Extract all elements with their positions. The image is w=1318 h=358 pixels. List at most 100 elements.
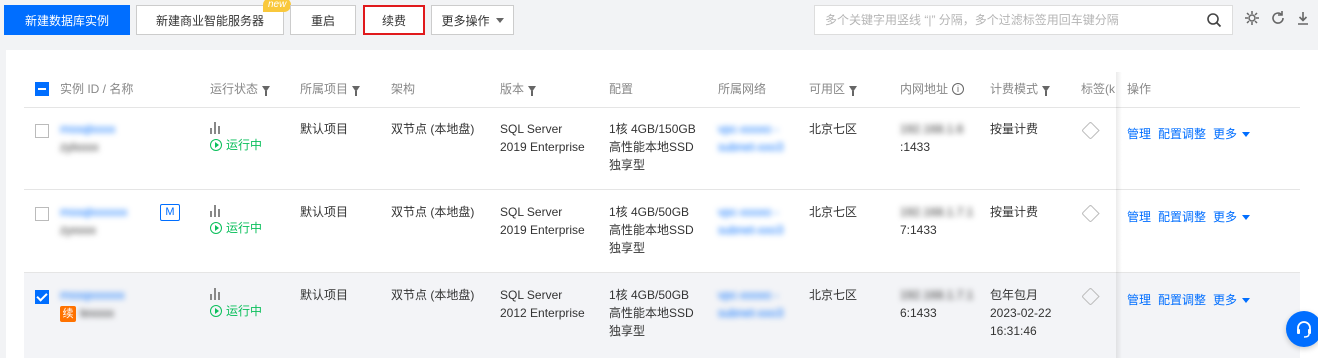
arch-cell: 双节点 (本地盘) [391,205,475,219]
th-private-ip: 内网地址 i [900,80,965,97]
tag-icon[interactable] [1081,204,1100,223]
subnet-link[interactable]: subnet-xxo3 [718,221,783,239]
row-operations: 管理 配置调整 更多 [1127,291,1251,309]
filter-icon[interactable] [352,85,361,96]
create-db-instance-button[interactable]: 新建数据库实例 [4,5,130,35]
config-line1: 1核 4GB/50GB [609,288,690,302]
filter-icon[interactable] [1042,85,1051,96]
instance-id-link[interactable]: mssqxxxxxx [60,286,125,304]
subnet-link[interactable]: subnet-xxo3 [718,304,783,322]
create-bi-server-button[interactable]: 新建商业智能服务器 [136,5,284,35]
row-checkbox[interactable] [35,207,49,221]
chevron-down-icon [495,17,504,23]
chevron-down-icon [1242,298,1251,304]
monitor-icon[interactable] [210,122,220,137]
download-icon[interactable] [1295,10,1311,26]
table-row-selected: mssqxxxxxx 续 texxxx 运行中 默认项目 双节点 (本地盘) SQ… [24,273,1300,358]
th-config: 配置 [609,82,634,96]
instance-name: zylxxxx [60,140,99,154]
manage-link[interactable]: 管理 [1127,125,1151,143]
more-operations-label: 更多操作 [441,13,490,28]
zone-cell: 北京七区 [809,205,858,219]
search-input[interactable] [825,13,1206,27]
ip-line1: 192.168.1.7.1 [900,205,974,219]
vpc-link[interactable]: vpc-xxxxo - [718,120,779,138]
th-status[interactable]: 运行状态 [210,80,271,97]
version-line2: 2019 Enterprise [500,140,585,154]
billing-line1: 按量计费 [990,205,1039,219]
version-line1: SQL Server [500,288,563,302]
version-line2: 2019 Enterprise [500,223,585,237]
row-checkbox[interactable] [35,124,49,138]
arch-cell: 双节点 (本地盘) [391,122,475,136]
info-icon[interactable]: i [952,82,965,95]
config-line3: 独享型 [609,158,646,172]
search-icon[interactable] [1206,12,1222,28]
instance-id-link[interactable]: mssqlxxxx [60,120,115,138]
monitor-icon[interactable] [210,205,220,220]
manage-link[interactable]: 管理 [1127,208,1151,226]
more-dropdown[interactable]: 更多 [1213,125,1251,143]
adjust-config-link[interactable]: 配置调整 [1158,125,1206,143]
filter-icon[interactable] [528,85,537,96]
renew-badge: 续 [60,305,76,322]
table-row: mssqlxxxx zylxxxx 运行中 默认项目 双节点 (本地盘) SQL… [24,108,1300,190]
restart-button[interactable]: 重启 [290,5,356,35]
config-line1: 1核 4GB/50GB [609,205,690,219]
instance-name: zyxxxx [60,223,96,237]
ip-line1: 192.168.1.7.1 [900,288,974,302]
select-all-checkbox[interactable] [35,82,49,96]
status-badge: 运行中 [210,219,262,237]
search-box [814,5,1233,35]
th-zone[interactable]: 可用区 [809,80,858,97]
adjust-config-link[interactable]: 配置调整 [1158,291,1206,309]
config-line2: 高性能本地SSD [609,140,694,154]
chevron-down-icon [1242,215,1251,221]
config-line3: 独享型 [609,241,646,255]
vpc-link[interactable]: vpc-xxxxo - [718,286,779,304]
billing-expire-time: 16:31:46 [990,324,1037,338]
tag-icon[interactable] [1081,121,1100,140]
filter-icon[interactable] [849,85,858,96]
refresh-icon[interactable] [1270,10,1286,26]
running-icon [210,222,222,234]
customer-service-button[interactable] [1286,311,1318,347]
gear-icon[interactable] [1244,10,1260,26]
monitor-icon[interactable] [210,288,220,303]
subnet-link[interactable]: subnet-xxo3 [718,138,783,156]
renew-button[interactable]: 续费 [363,5,425,35]
more-dropdown[interactable]: 更多 [1213,208,1251,226]
fixed-column-shadow [1116,72,1122,358]
config-line2: 高性能本地SSD [609,306,694,320]
arch-cell: 双节点 (本地盘) [391,288,475,302]
running-icon [210,305,222,317]
th-tags: 标签(k [1081,82,1115,96]
chevron-down-icon [1242,132,1251,138]
version-line1: SQL Server [500,205,563,219]
version-line2: 2012 Enterprise [500,306,585,320]
adjust-config-link[interactable]: 配置调整 [1158,208,1206,226]
instance-id-link[interactable]: mssqlxxxxxx [60,203,127,221]
table-row: mssqlxxxxxx M zyxxxx 运行中 默认项目 双节点 (本地盘) … [24,190,1300,273]
th-version[interactable]: 版本 [500,80,537,97]
billing-line1: 包年包月 [990,288,1039,302]
more-dropdown[interactable]: 更多 [1213,291,1251,309]
filter-icon[interactable] [262,85,271,96]
row-checkbox[interactable] [35,290,49,304]
instance-table-panel: 实例 ID / 名称 运行状态 所属项目 架构 版本 配置 所属网络 可用区 内… [6,50,1318,358]
billing-expire-date: 2023-02-22 [990,306,1052,320]
tag-icon[interactable] [1081,287,1100,306]
table-header: 实例 ID / 名称 运行状态 所属项目 架构 版本 配置 所属网络 可用区 内… [24,72,1300,108]
project-cell: 默认项目 [300,288,349,302]
new-badge: new [263,0,292,12]
ip-line2: :1433 [900,140,931,154]
vpc-link[interactable]: vpc-xxxxo - [718,203,779,221]
toolbar: 新建数据库实例 新建商业智能服务器 new 重启 续费 更多操作 [0,0,1318,40]
th-billing[interactable]: 计费模式 [990,80,1051,97]
status-badge: 运行中 [210,136,262,154]
th-project[interactable]: 所属项目 [300,80,361,97]
th-instance-id: 实例 ID / 名称 [60,82,134,96]
manage-link[interactable]: 管理 [1127,291,1151,309]
more-operations-dropdown[interactable]: 更多操作 [431,5,514,35]
config-line1: 1核 4GB/150GB [609,122,696,136]
